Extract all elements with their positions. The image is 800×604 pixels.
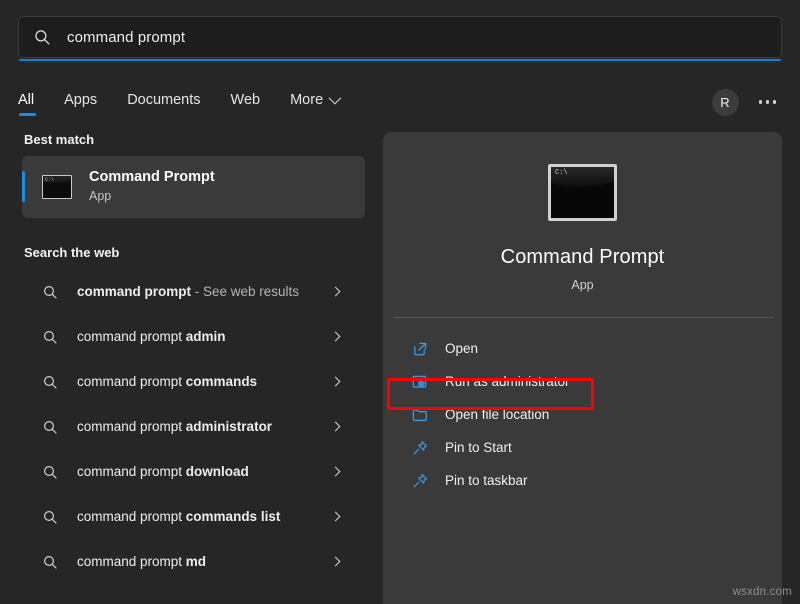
best-match-subtitle: App	[89, 187, 215, 206]
preview-subtitle: App	[571, 278, 593, 292]
action-pin-to-start[interactable]: Pin to Start	[393, 431, 772, 464]
search-icon	[42, 374, 58, 390]
pin-icon	[411, 472, 429, 490]
chevron-right-icon	[331, 557, 341, 567]
search-icon	[42, 284, 58, 300]
web-suggestion-prefix: command prompt	[77, 464, 186, 479]
action-pin-to-taskbar-label: Pin to taskbar	[445, 473, 528, 488]
search-bar[interactable]: command prompt	[18, 16, 782, 59]
command-prompt-glyph: C:\	[45, 177, 54, 183]
tab-all[interactable]: All	[18, 92, 34, 113]
web-suggestion-prefix: command prompt	[77, 509, 186, 524]
web-suggestion-label: command prompt commands	[77, 374, 332, 389]
web-suggestion-keyword: download	[186, 464, 249, 479]
tab-more-label: More	[290, 92, 323, 108]
web-suggestion-label: command prompt commands list	[77, 509, 332, 524]
shield-admin-icon	[411, 373, 429, 391]
web-suggestion-keyword: administrator	[186, 419, 272, 434]
tab-documents-label: Documents	[127, 92, 200, 108]
tab-more[interactable]: More	[290, 92, 338, 113]
web-suggestion-prefix: command prompt	[77, 329, 186, 344]
web-suggestion-keyword: commands list	[186, 509, 281, 524]
chevron-right-icon	[331, 287, 341, 297]
web-suggestion-5[interactable]: command prompt commands list	[22, 494, 365, 539]
search-icon	[42, 329, 58, 345]
preview-divider	[393, 317, 773, 318]
search-icon	[42, 554, 58, 570]
search-focus-underline	[19, 59, 781, 61]
action-run-as-administrator-label: Run as administrator	[445, 374, 570, 389]
search-the-web-heading: Search the web	[24, 245, 383, 260]
avatar[interactable]: R	[712, 89, 739, 116]
app-actions-list: Open Run as administrator Open file loca…	[383, 332, 782, 497]
best-match-texts: Command Prompt App	[89, 168, 215, 206]
chevron-right-icon	[331, 377, 341, 387]
watermark: wsxdn.com	[733, 586, 792, 598]
tab-web-label: Web	[231, 92, 261, 108]
action-open[interactable]: Open	[393, 332, 772, 365]
chevron-right-icon	[331, 512, 341, 522]
web-suggestion-label: command prompt md	[77, 554, 332, 569]
best-match-title: Command Prompt	[89, 168, 215, 188]
web-suggestion-0[interactable]: command prompt - See web results	[22, 269, 365, 314]
search-icon	[33, 28, 51, 46]
web-suggestion-3[interactable]: command prompt administrator	[22, 404, 365, 449]
search-input-box[interactable]: command prompt	[18, 16, 782, 58]
tab-web[interactable]: Web	[231, 92, 261, 113]
chevron-down-icon	[329, 92, 342, 105]
chevron-right-icon	[331, 467, 341, 477]
tab-all-label: All	[18, 92, 34, 108]
search-icon	[42, 464, 58, 480]
web-suggestion-2[interactable]: command prompt commands	[22, 359, 365, 404]
web-suggestion-suffix: - See web results	[191, 284, 299, 299]
web-suggestion-prefix: command prompt	[77, 374, 186, 389]
pin-icon	[411, 439, 429, 457]
app-preview-panel: C:\ Command Prompt App Open Run as admin…	[383, 132, 782, 604]
ellipsis-dot	[766, 100, 770, 104]
folder-icon	[411, 406, 429, 424]
web-suggestion-keyword: admin	[186, 329, 226, 344]
action-open-label: Open	[445, 341, 478, 356]
avatar-initial: R	[720, 95, 729, 110]
web-suggestion-keyword: md	[186, 554, 206, 569]
web-suggestion-prefix: command prompt	[77, 554, 186, 569]
web-suggestion-label: command prompt administrator	[77, 419, 332, 434]
command-prompt-glyph: C:\	[555, 169, 568, 177]
preview-title: Command Prompt	[501, 246, 665, 269]
best-match-heading: Best match	[24, 132, 383, 147]
results-column: Best match C:\ Command Prompt App Search…	[0, 132, 383, 604]
ellipsis-dot	[773, 100, 777, 104]
preview-header: C:\ Command Prompt App	[383, 132, 782, 292]
selection-accent-bar	[22, 171, 25, 202]
action-open-file-location[interactable]: Open file location	[393, 398, 772, 431]
chevron-right-icon	[331, 332, 341, 342]
web-suggestion-1[interactable]: command prompt admin	[22, 314, 365, 359]
best-match-result-command-prompt[interactable]: C:\ Command Prompt App	[22, 156, 365, 218]
open-external-icon	[411, 340, 429, 358]
filter-tabs: All Apps Documents Web More R	[18, 80, 782, 124]
ellipsis-dot	[759, 100, 763, 104]
web-suggestion-prefix: command prompt	[77, 419, 186, 434]
web-suggestion-label: command prompt - See web results	[77, 284, 332, 299]
tab-apps-label: Apps	[64, 92, 97, 108]
command-prompt-icon: C:\	[42, 175, 72, 199]
web-suggestion-label: command prompt admin	[77, 329, 332, 344]
search-input[interactable]: command prompt	[67, 29, 185, 46]
tab-documents[interactable]: Documents	[127, 92, 200, 113]
action-pin-to-start-label: Pin to Start	[445, 440, 512, 455]
action-open-file-location-label: Open file location	[445, 407, 549, 422]
web-suggestion-label: command prompt download	[77, 464, 332, 479]
web-suggestion-6[interactable]: command prompt md	[22, 539, 365, 584]
command-prompt-icon: C:\	[548, 164, 617, 221]
search-icon	[42, 419, 58, 435]
web-suggestion-4[interactable]: command prompt download	[22, 449, 365, 494]
ellipsis-icon[interactable]	[757, 94, 779, 110]
action-pin-to-taskbar[interactable]: Pin to taskbar	[393, 464, 772, 497]
search-icon	[42, 509, 58, 525]
web-suggestion-keyword: commands	[186, 374, 257, 389]
web-suggestion-prefix: command prompt	[77, 284, 191, 299]
action-run-as-administrator[interactable]: Run as administrator	[393, 365, 772, 398]
tab-apps[interactable]: Apps	[64, 92, 97, 113]
chevron-right-icon	[331, 422, 341, 432]
